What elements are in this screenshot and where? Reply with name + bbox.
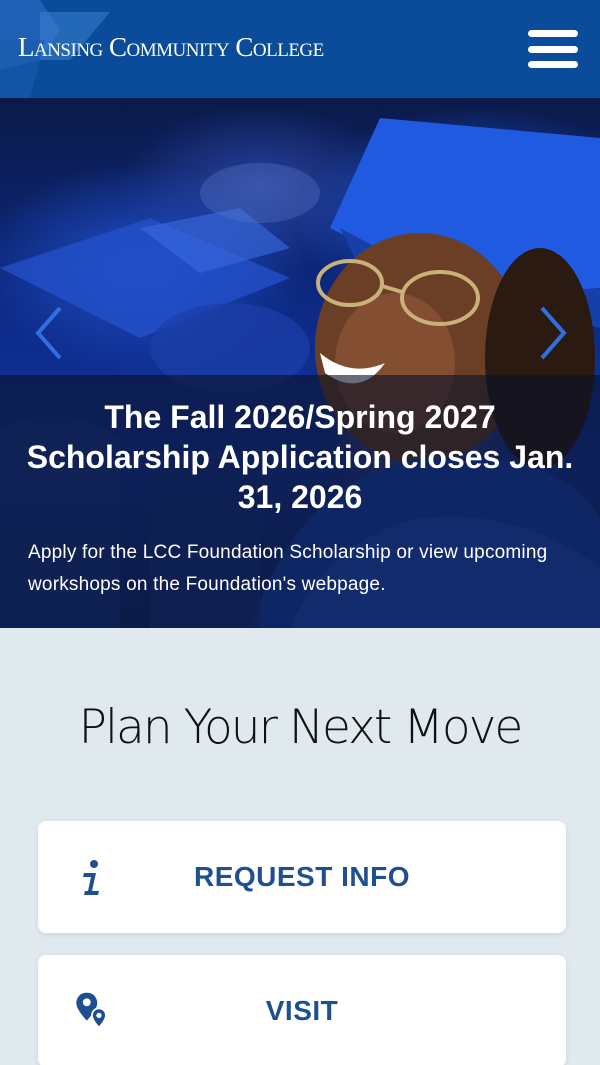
hero-carousel: The Fall 2026/Spring 2027 Scholarship Ap… [0, 98, 600, 628]
request-info-label: REQUEST INFO [193, 861, 410, 892]
hero-headline[interactable]: The Fall 2026/Spring 2027 Scholarship Ap… [0, 397, 600, 517]
hamburger-menu-icon[interactable] [528, 30, 578, 68]
request-info-button[interactable]: REQUEST INFO [38, 821, 566, 933]
visit-button[interactable]: VISIT [38, 955, 566, 1065]
hero-caption: The Fall 2026/Spring 2027 Scholarship Ap… [0, 375, 600, 628]
college-name[interactable]: Lansing Community College [18, 32, 324, 63]
chevron-right-icon[interactable] [532, 303, 572, 363]
visit-label: VISIT [265, 995, 339, 1026]
plan-title: Plan Your Next Move [78, 700, 524, 755]
chevron-left-icon[interactable] [30, 303, 70, 363]
site-header: Lansing Community College [0, 0, 600, 98]
hero-body: Apply for the LCC Foundation Scholarship… [28, 542, 548, 595]
